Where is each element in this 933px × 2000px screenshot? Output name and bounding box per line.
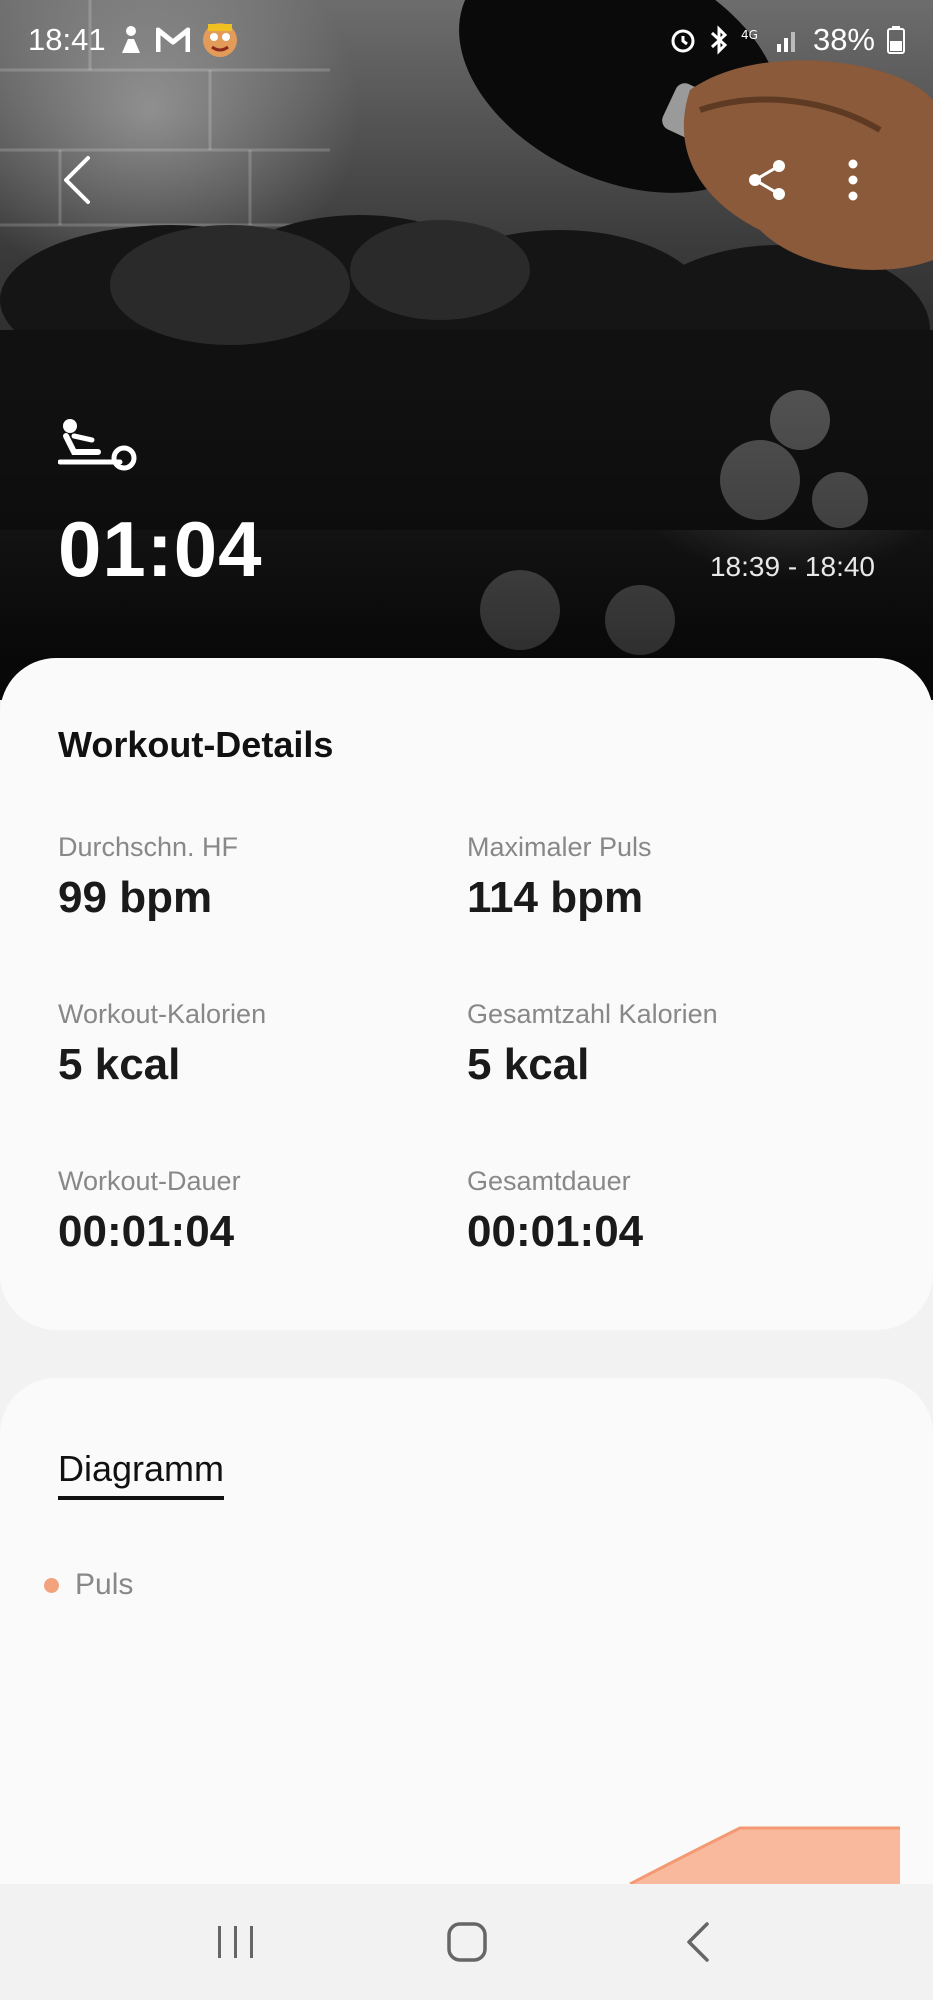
- workout-details-title: Workout-Details: [58, 724, 334, 765]
- back-icon: [686, 1922, 709, 1962]
- figure-notification-icon: [118, 25, 144, 55]
- bluetooth-icon: [709, 25, 729, 55]
- rowing-machine-icon: [57, 418, 138, 479]
- recent-apps-button[interactable]: [186, 1902, 286, 1982]
- metric-avg-heart-rate: Durchschn. HF 99 bpm: [58, 832, 438, 923]
- gmail-icon: [155, 26, 190, 54]
- metric-label: Gesamtzahl Kalorien: [467, 999, 718, 1029]
- status-time: 18:41: [28, 22, 106, 57]
- home-button[interactable]: [417, 1902, 517, 1982]
- metric-max-heart-rate: Maximaler Puls 114 bpm: [467, 832, 847, 923]
- share-button[interactable]: [727, 140, 807, 220]
- chevron-left-icon: [64, 156, 90, 204]
- more-vert-icon: [848, 159, 858, 201]
- metric-value: 5 kcal: [58, 1040, 181, 1089]
- svg-text:4G: 4G: [741, 28, 758, 42]
- metric-label: Maximaler Puls: [467, 832, 652, 862]
- alarm-icon: [669, 26, 697, 54]
- metric-value: 114 bpm: [467, 873, 644, 922]
- metric-workout-calories: Workout-Kalorien 5 kcal: [58, 999, 438, 1090]
- status-bar: 18:41 4G 38%: [0, 0, 933, 80]
- hero-image: 18:41 4G 38% 01:04 18:39 - 18:40: [0, 0, 933, 700]
- metric-label: Gesamtdauer: [467, 1166, 631, 1196]
- battery-icon: [887, 25, 905, 55]
- battery-percentage: 38%: [812, 22, 875, 57]
- game-avatar-icon: [202, 22, 238, 58]
- metric-total-calories: Gesamtzahl Kalorien 5 kcal: [467, 999, 847, 1090]
- legend-dot: [44, 1577, 59, 1593]
- metric-label: Workout-Dauer: [58, 1166, 241, 1196]
- metric-label: Workout-Kalorien: [58, 999, 267, 1029]
- signal-icon: [775, 26, 801, 54]
- workout-duration: 01:04: [58, 505, 263, 593]
- tab-diagramm[interactable]: Diagramm: [58, 1448, 225, 1500]
- share-icon: [749, 160, 785, 200]
- metric-total-duration: Gesamtdauer 00:01:04: [467, 1166, 847, 1257]
- recent-apps-icon: [217, 1926, 253, 1958]
- workout-details-card: Workout-Details Durchschn. HF 99 bpm Max…: [0, 658, 933, 1330]
- metric-value: 00:01:04: [467, 1207, 644, 1256]
- 4g-icon: 4G: [741, 25, 763, 55]
- chart-legend: Puls: [44, 1568, 133, 1602]
- workout-time-range: 18:39 - 18:40: [709, 551, 875, 582]
- metric-value: 99 bpm: [58, 873, 213, 922]
- metric-value: 00:01:04: [58, 1207, 235, 1256]
- system-back-button[interactable]: [648, 1902, 748, 1982]
- back-button[interactable]: [36, 140, 116, 220]
- system-nav-bar: [0, 1884, 933, 2000]
- metric-workout-duration: Workout-Dauer 00:01:04: [58, 1166, 438, 1257]
- more-options-button[interactable]: [813, 140, 893, 220]
- chart-card: Diagramm Puls: [0, 1378, 933, 1938]
- metric-label: Durchschn. HF: [58, 832, 239, 862]
- home-icon: [446, 1922, 487, 1962]
- metric-value: 5 kcal: [467, 1040, 590, 1089]
- legend-label-puls: Puls: [75, 1568, 134, 1601]
